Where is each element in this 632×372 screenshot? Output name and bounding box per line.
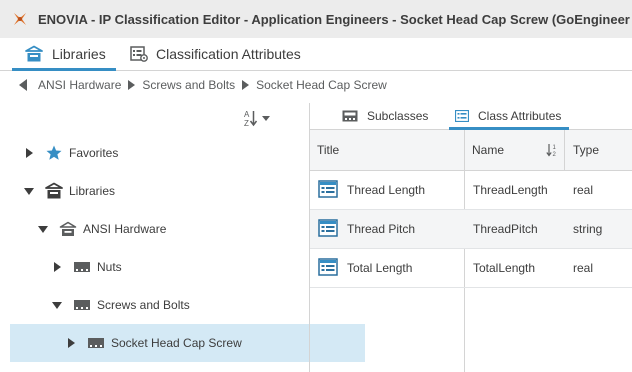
class-attributes-icon <box>455 110 469 122</box>
window-title: ENOVIA - IP Classification Editor - Appl… <box>38 11 630 27</box>
subclasses-icon <box>342 110 358 122</box>
sort-button[interactable]: A Z <box>243 107 273 129</box>
tree-node-favorites[interactable]: Favorites <box>10 134 323 172</box>
collapse-arrow-icon[interactable] <box>38 224 48 234</box>
breadcrumb-separator-icon <box>128 80 136 90</box>
svg-text:A: A <box>244 110 250 119</box>
table-row[interactable]: Thread Length ThreadLength real <box>310 171 632 210</box>
tree-node-ansi-hardware[interactable]: ANSI Hardware <box>10 210 337 248</box>
tab-subclasses-label: Subclasses <box>367 109 429 123</box>
svg-text:1: 1 <box>553 145 557 151</box>
row-type: real <box>573 261 594 275</box>
tab-classification-attributes[interactable]: Classification Attributes <box>130 38 301 70</box>
row-name: ThreadLength <box>473 183 548 197</box>
title-bar: ENOVIA - IP Classification Editor - Appl… <box>0 0 632 39</box>
collapse-arrow-icon[interactable] <box>52 300 62 310</box>
row-type: string <box>573 222 603 236</box>
breadcrumb-item-ansi-hardware[interactable]: ANSI Hardware <box>38 78 121 92</box>
breadcrumb-item-screws-and-bolts[interactable]: Screws and Bolts <box>142 78 235 92</box>
breadcrumb-back-button[interactable] <box>18 79 28 91</box>
column-header-type[interactable]: Type <box>573 130 599 170</box>
library-icon <box>58 220 78 238</box>
tab-classification-attributes-label: Classification Attributes <box>156 46 301 62</box>
breadcrumb-item-socket-head-cap-screw[interactable]: Socket Head Cap Screw <box>256 78 387 92</box>
3ds-compass-logo-icon[interactable] <box>11 10 29 28</box>
column-header-title[interactable]: Title <box>317 130 339 170</box>
tree-node-screws-and-bolts[interactable]: Screws and Bolts <box>10 286 351 324</box>
sort-az-icon: A Z <box>244 110 270 127</box>
svg-text:Z: Z <box>244 119 249 127</box>
tree-node-libraries[interactable]: Libraries <box>10 172 323 210</box>
attribute-icon[interactable] <box>318 180 338 201</box>
class-icon <box>72 296 92 314</box>
tab-class-attributes-label: Class Attributes <box>478 109 562 123</box>
collapse-arrow-icon[interactable] <box>24 186 34 196</box>
tree-node-label: Libraries <box>69 184 116 198</box>
tab-class-attributes[interactable]: Class Attributes <box>449 103 570 130</box>
row-name: ThreadPitch <box>473 222 538 236</box>
attribute-icon[interactable] <box>318 258 338 279</box>
breadcrumb: ANSI Hardware Screws and Bolts Socket He… <box>0 71 632 99</box>
tree-node-label: Screws and Bolts <box>97 298 190 312</box>
row-title[interactable]: Thread Pitch <box>347 210 415 248</box>
library-tree-panel: A Z Favorites Libraries ANSI Hardware Nu… <box>10 103 365 372</box>
sort-indicator-icon[interactable]: 1 2 <box>546 143 558 160</box>
libraries-icon <box>25 45 43 62</box>
libraries-icon <box>44 182 64 200</box>
grid-header: Title Name 1 2 Type <box>310 130 632 171</box>
attribute-icon[interactable] <box>318 219 338 240</box>
expand-arrow-icon[interactable] <box>52 262 62 272</box>
tab-libraries[interactable]: Libraries <box>12 38 116 71</box>
column-divider[interactable] <box>564 130 565 170</box>
main-tabs: Libraries Classification Attributes <box>0 38 632 71</box>
expand-arrow-icon[interactable] <box>24 148 34 158</box>
tree-node-label: Socket Head Cap Screw <box>111 336 242 350</box>
table-row[interactable]: Total Length TotalLength real <box>310 249 632 288</box>
row-name: TotalLength <box>473 261 536 275</box>
row-type: real <box>573 183 594 197</box>
row-title[interactable]: Total Length <box>347 249 412 287</box>
expand-arrow-icon[interactable] <box>66 338 76 348</box>
table-row[interactable]: Thread Pitch ThreadPitch string <box>310 210 632 249</box>
tree-node-label: Nuts <box>97 260 122 274</box>
tree-node-label: Favorites <box>69 146 119 160</box>
star-icon <box>44 144 64 162</box>
triangle-left-icon <box>19 79 27 91</box>
detail-tabs: Subclasses Class Attributes <box>310 103 632 130</box>
classification-attributes-icon <box>130 46 148 62</box>
tree-node-nuts[interactable]: Nuts <box>10 248 351 286</box>
breadcrumb-separator-icon <box>242 80 250 90</box>
tab-subclasses[interactable]: Subclasses <box>342 103 428 129</box>
row-title[interactable]: Thread Length <box>347 171 425 209</box>
tree-node-label: ANSI Hardware <box>83 222 167 236</box>
tab-libraries-label: Libraries <box>52 46 106 62</box>
class-icon <box>86 334 106 352</box>
class-icon <box>72 258 92 276</box>
svg-text:2: 2 <box>553 152 557 157</box>
class-detail-panel: Subclasses Class Attributes Title Name 1… <box>310 103 632 372</box>
column-header-name[interactable]: Name <box>472 130 504 170</box>
